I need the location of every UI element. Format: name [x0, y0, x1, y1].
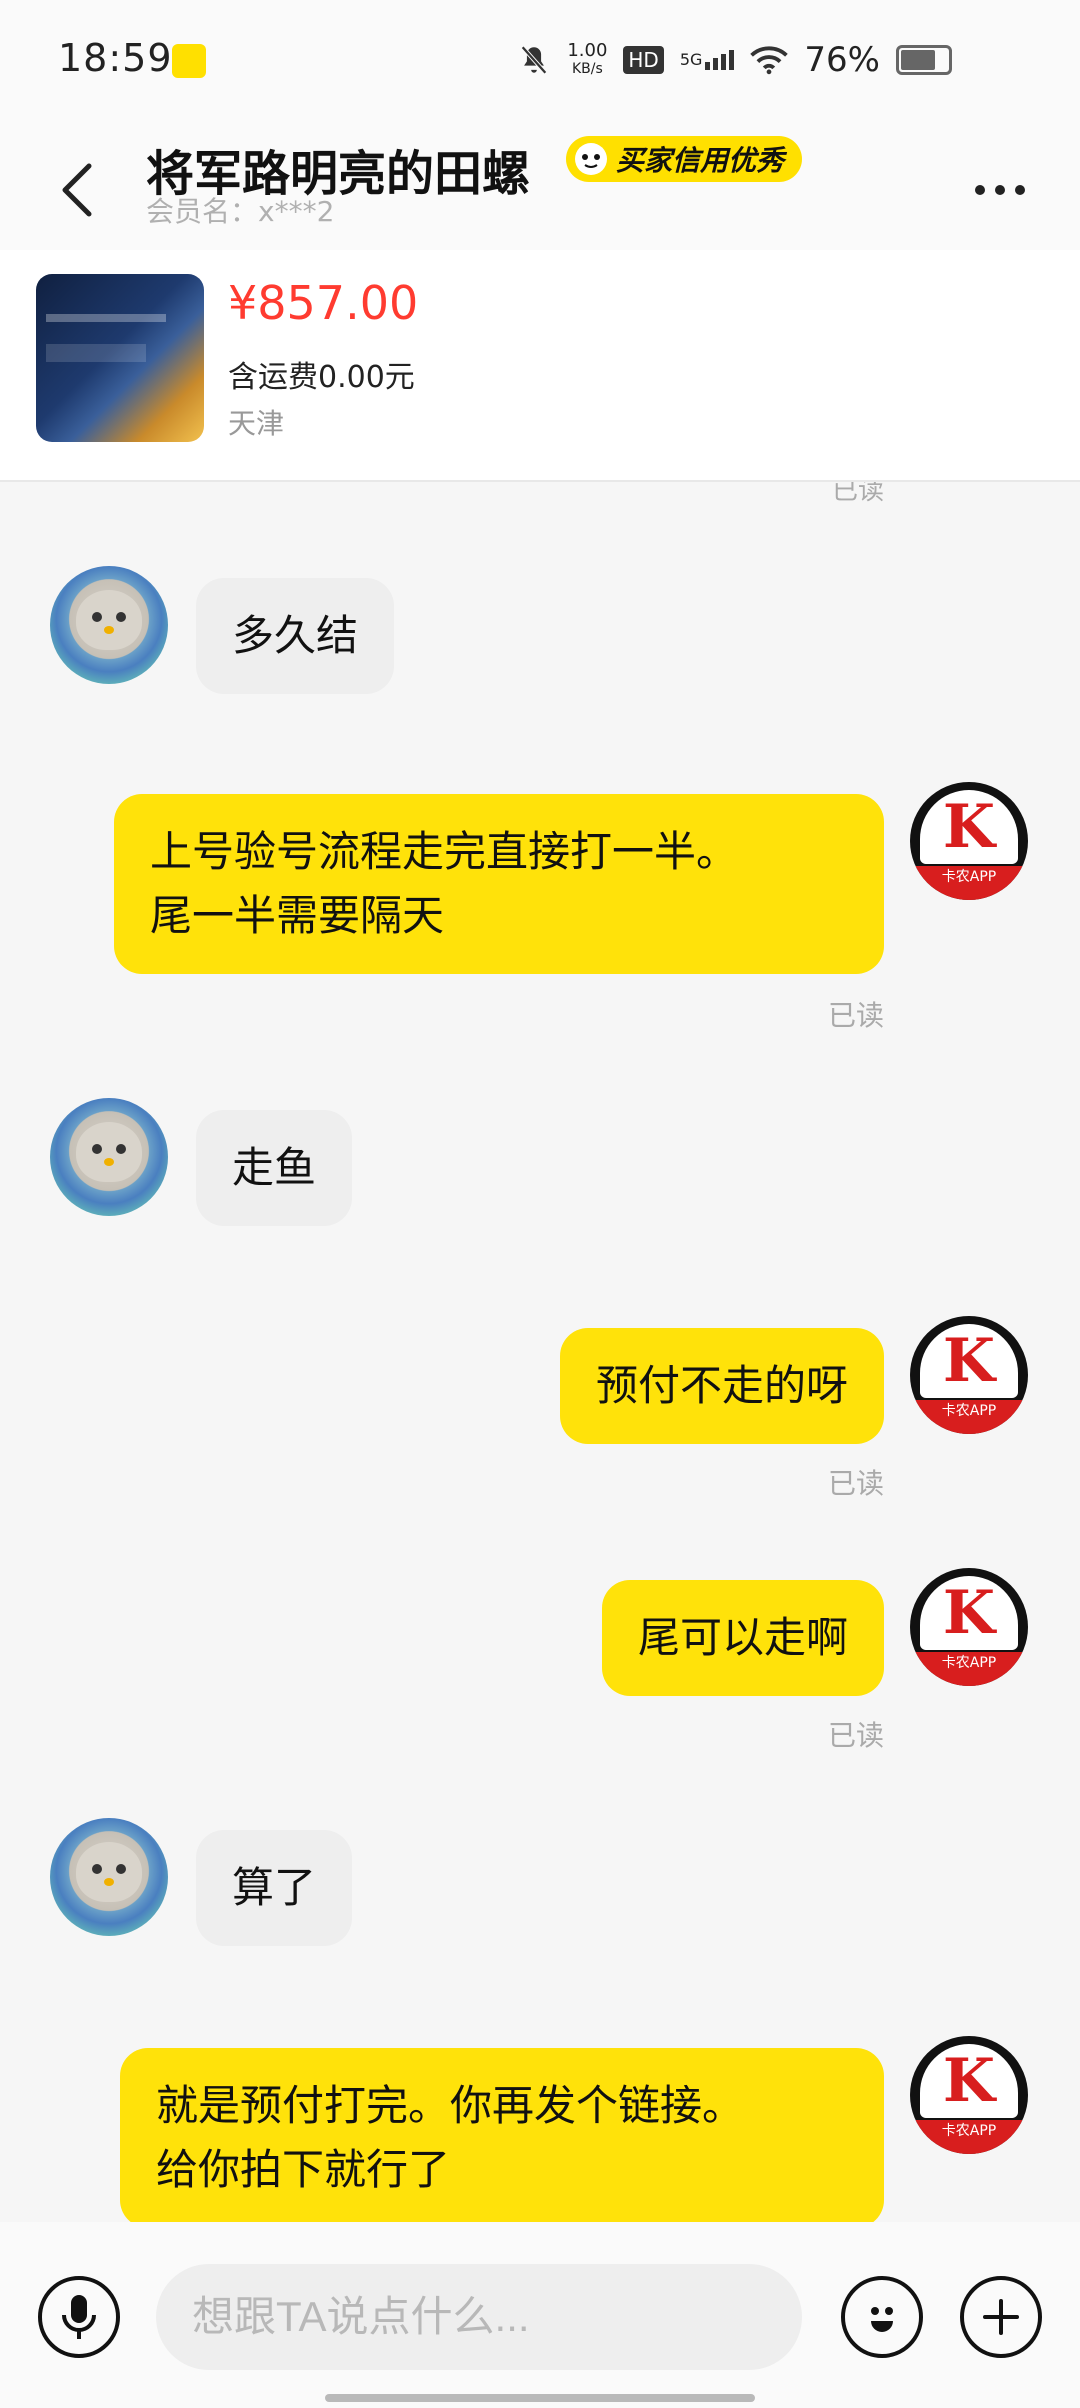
self-avatar-caption: 卡农APP [910, 1652, 1028, 1686]
status-time: 18:59 [58, 36, 173, 80]
read-receipt: 已读 [831, 482, 884, 506]
message-bubble-incoming[interactable]: 走鱼 [196, 1110, 353, 1226]
read-receipt: 已读 [827, 1467, 884, 1500]
network-speed-unit: KB/s [571, 61, 603, 77]
message-bubble-outgoing[interactable]: 预付不走的呀 [559, 1328, 884, 1444]
product-thumbnail[interactable] [36, 274, 204, 442]
emoji-icon [871, 2307, 893, 2332]
self-avatar[interactable]: K 卡农APP [910, 1316, 1028, 1434]
mute-bell-icon [521, 45, 548, 75]
more-options-button[interactable] [960, 160, 1040, 220]
chat-header: 将军路明亮的田螺 买家信用优秀 会员名：x***2 [0, 120, 1080, 250]
input-bar [0, 2222, 1080, 2408]
product-price: ¥857.00 [228, 276, 419, 330]
product-location: 天津 [228, 407, 285, 440]
message-bubble-incoming[interactable]: 算了 [196, 1830, 353, 1946]
product-shipping: 含运费0.00元 [228, 360, 415, 395]
more-dots-icon [975, 185, 1025, 195]
plus-icon [983, 2299, 1019, 2335]
message-bubble-incoming[interactable]: 多久结 [196, 578, 395, 694]
partner-avatar[interactable] [50, 566, 168, 684]
back-button[interactable] [42, 140, 112, 240]
credit-face-icon [575, 143, 607, 175]
battery-percent: 76% [804, 40, 880, 80]
credit-badge-label: 买家信用优秀 [616, 144, 785, 177]
self-avatar-caption: 卡农APP [910, 2120, 1028, 2154]
home-indicator[interactable] [325, 2394, 755, 2402]
partner-avatar[interactable] [50, 1098, 168, 1216]
emoji-button[interactable] [841, 2276, 923, 2358]
microphone-icon [62, 2295, 96, 2339]
network-speed: 1.00 KB/s [567, 42, 607, 78]
message-bubble-outgoing[interactable]: 就是预付打完。你再发个链接。 给你拍下就行了 [120, 2048, 884, 2222]
network-speed-value: 1.00 [567, 40, 608, 61]
message-list[interactable]: 已读 多久结 K 卡农APP 上号验号流程走完直接打一半。 尾一半需要隔天 已读… [0, 482, 1080, 2222]
product-card[interactable]: ¥857.00 含运费0.00元 天津 [0, 250, 1080, 482]
credit-badge[interactable]: 买家信用优秀 [566, 136, 803, 182]
back-arrow-icon [62, 163, 92, 217]
status-indicators: 1.00 KB/s HD 5G 76% [517, 40, 952, 80]
cell-signal-icon: 5G [680, 50, 735, 70]
battery-icon [896, 45, 952, 75]
self-avatar-caption: 卡农APP [910, 1400, 1028, 1434]
wifi-icon [750, 46, 789, 75]
voice-button[interactable] [38, 2276, 120, 2358]
app-notification-icon [172, 44, 206, 78]
message-bubble-outgoing[interactable]: 上号验号流程走完直接打一半。 尾一半需要隔天 [114, 794, 884, 974]
hd-badge: HD [623, 46, 664, 74]
more-actions-button[interactable] [960, 2276, 1042, 2358]
chat-screen: 18:59 1.00 KB/s HD 5G 76% 将军路明亮的田螺 买家信用优… [0, 0, 1080, 2408]
status-bar: 18:59 1.00 KB/s HD 5G 76% [0, 0, 1080, 120]
read-receipt: 已读 [827, 999, 884, 1032]
read-receipt: 已读 [827, 1719, 884, 1752]
network-type: 5G [679, 50, 703, 69]
self-avatar[interactable]: K 卡农APP [910, 1568, 1028, 1686]
partner-avatar[interactable] [50, 1818, 168, 1936]
self-avatar-caption: 卡农APP [910, 866, 1028, 900]
self-avatar[interactable]: K 卡农APP [910, 2036, 1028, 2154]
message-input[interactable] [156, 2264, 802, 2370]
member-id: 会员名：x***2 [146, 195, 335, 228]
message-bubble-outgoing[interactable]: 尾可以走啊 [601, 1580, 884, 1696]
self-avatar[interactable]: K 卡农APP [910, 782, 1028, 900]
